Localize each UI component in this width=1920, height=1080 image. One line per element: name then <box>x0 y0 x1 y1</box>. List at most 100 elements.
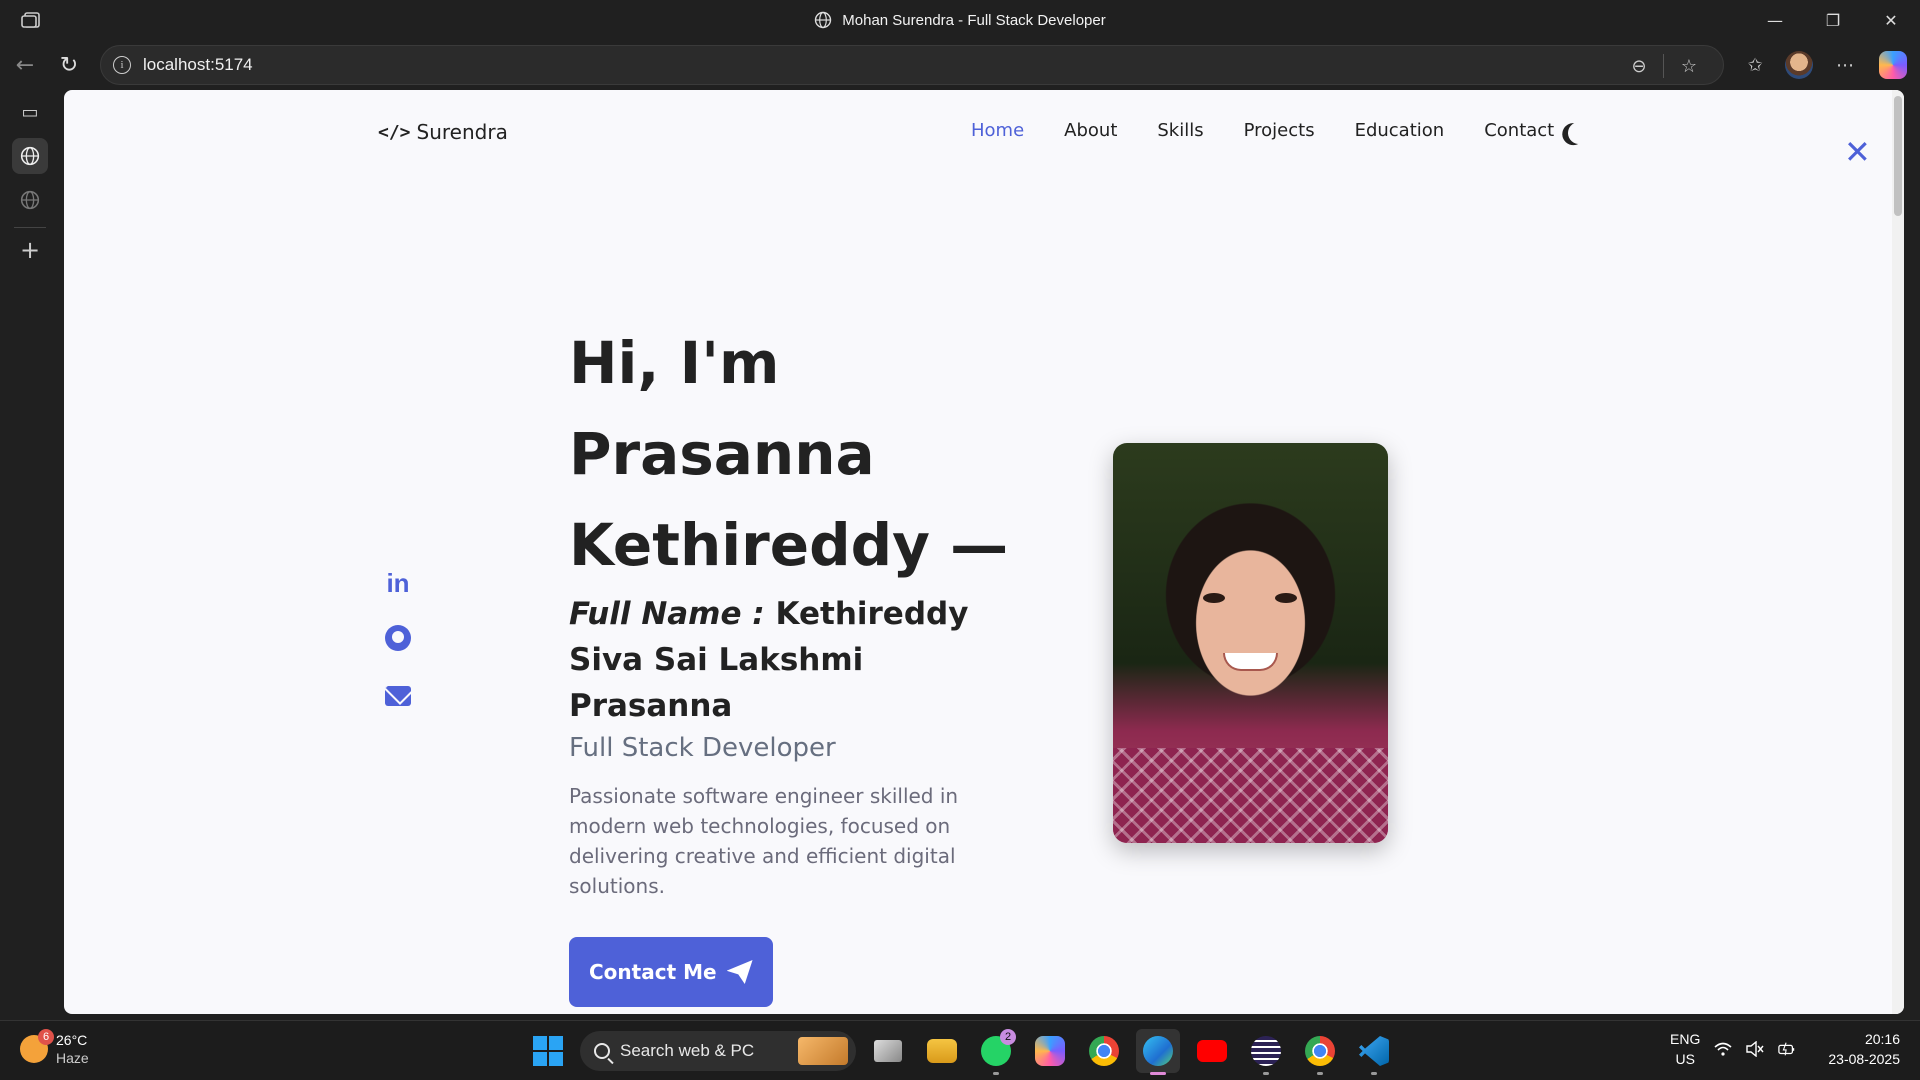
profile-avatar <box>1785 51 1813 79</box>
hero-section: Hi, I'm Prasanna Kethireddy — Full Name … <box>569 318 1029 1007</box>
whatsapp-button[interactable]: 2 <box>974 1029 1018 1075</box>
globe-icon <box>20 146 40 166</box>
weather-condition: Haze <box>56 1050 89 1066</box>
tab-panel-icon[interactable]: ▭ <box>12 94 48 130</box>
clock-time: 20:16 <box>1864 1031 1900 1047</box>
title-bar: Mohan Surendra - Full Stack Developer — … <box>0 0 1920 40</box>
system-tray: ENG US 20:16 23-08-2025 <box>1670 1029 1900 1069</box>
language-indicator[interactable]: ENG US <box>1670 1029 1700 1069</box>
site-info-icon[interactable]: i <box>113 56 131 74</box>
photo-detail <box>1275 593 1297 603</box>
battery-icon[interactable] <box>1778 1040 1796 1058</box>
more-menu-icon[interactable]: ⋯ <box>1830 50 1860 80</box>
nav-projects[interactable]: Projects <box>1244 120 1315 141</box>
photo-detail <box>1113 748 1388 843</box>
clock[interactable]: 20:16 23-08-2025 <box>1828 1029 1900 1069</box>
search-placeholder: Search web & PC <box>620 1041 755 1060</box>
weather-temp: 26°C <box>56 1032 88 1048</box>
refresh-button[interactable]: ↻ <box>54 50 84 80</box>
scrollbar[interactable] <box>1892 90 1904 1014</box>
github-icon <box>385 625 411 651</box>
search-icon <box>594 1043 610 1059</box>
address-bar[interactable]: i localhost:5174 ⊖ ☆ <box>100 45 1724 85</box>
windows-icon <box>533 1036 563 1066</box>
copilot-icon <box>1035 1036 1065 1066</box>
nav-home[interactable]: Home <box>971 120 1024 141</box>
window-title: Mohan Surendra - Full Stack Developer <box>0 0 1920 40</box>
close-window-button[interactable]: ✕ <box>1862 0 1920 40</box>
profile-button[interactable] <box>1784 50 1814 80</box>
photo-detail <box>1203 593 1225 603</box>
omnibox-divider <box>1663 54 1664 78</box>
contact-me-label: Contact Me <box>589 960 717 984</box>
youtube-button[interactable] <box>1190 1029 1234 1073</box>
chrome-icon <box>1305 1036 1335 1066</box>
vertical-tabs-sidebar: ▭ + <box>0 90 60 1020</box>
dark-mode-toggle-icon[interactable] <box>1565 119 1593 147</box>
logo-text: Surendra <box>416 120 508 144</box>
minimize-button[interactable]: — <box>1746 0 1804 40</box>
chrome-icon <box>1089 1036 1119 1066</box>
task-view-button[interactable] <box>866 1029 910 1073</box>
task-view-icon <box>874 1040 902 1062</box>
new-tab-button[interactable]: + <box>12 232 48 268</box>
nav-skills[interactable]: Skills <box>1157 120 1203 141</box>
favorite-star-icon[interactable]: ☆ <box>1677 54 1701 78</box>
wifi-icon[interactable] <box>1714 1040 1732 1058</box>
start-button[interactable] <box>526 1029 570 1073</box>
code-icon: </> <box>378 121 411 143</box>
refresh-icon: ↻ <box>59 52 79 78</box>
taskbar-search[interactable]: Search web & PC <box>580 1031 856 1071</box>
hero-greeting: Hi, I'm <box>569 329 780 397</box>
back-button[interactable]: ← <box>10 50 40 80</box>
taskbar-apps: Search web & PC 2 <box>526 1029 1396 1075</box>
copilot-app-button[interactable] <box>1028 1029 1072 1073</box>
chrome-profile-button[interactable] <box>1298 1029 1342 1075</box>
hero-first-name: Prasanna <box>569 420 875 488</box>
back-arrow-icon: ← <box>15 52 35 78</box>
site-nav: Home About Skills Projects Education Con… <box>971 120 1554 141</box>
taskbar: 6 26°C Haze Search web & PC 2 ENG US 20:… <box>0 1020 1920 1080</box>
nav-education[interactable]: Education <box>1355 120 1445 141</box>
browser-toolbar: ← ↻ i localhost:5174 ⊖ ☆ ✩ ⋯ <box>0 40 1920 90</box>
restore-button[interactable]: ❐ <box>1804 0 1862 40</box>
tab-inactive[interactable] <box>12 182 48 218</box>
site-logo[interactable]: </> Surendra <box>378 120 508 144</box>
full-name-label: Full Name : <box>569 596 765 632</box>
web-page: </> Surendra Home About Skills Projects … <box>64 90 1904 1014</box>
github-link[interactable] <box>382 622 414 654</box>
edge-button[interactable] <box>1136 1029 1180 1075</box>
window-title-text: Mohan Surendra - Full Stack Developer <box>842 11 1106 29</box>
eclipse-button[interactable] <box>1244 1029 1288 1075</box>
job-role: Full Stack Developer <box>569 733 836 763</box>
folder-icon <box>927 1039 957 1063</box>
email-link[interactable] <box>382 680 414 712</box>
favorites-icon[interactable]: ✩ <box>1740 50 1770 80</box>
full-name: Full Name : Kethireddy Siva Sai Lakshmi … <box>569 591 1029 729</box>
region-code: US <box>1675 1051 1695 1067</box>
whatsapp-badge: 2 <box>1000 1029 1016 1045</box>
sidebar-divider <box>14 227 46 228</box>
copilot-button[interactable] <box>1878 50 1908 80</box>
nav-about[interactable]: About <box>1064 120 1117 141</box>
weather-widget[interactable]: 6 26°C Haze <box>20 1029 89 1067</box>
nav-contact[interactable]: Contact <box>1484 120 1554 141</box>
file-explorer-button[interactable] <box>920 1029 964 1073</box>
close-menu-icon[interactable]: ✕ <box>1844 136 1871 168</box>
reading-mode-icon[interactable]: ⊖ <box>1627 54 1651 78</box>
plus-icon: + <box>19 236 41 264</box>
vscode-button[interactable] <box>1352 1029 1396 1075</box>
url-text[interactable]: localhost:5174 <box>143 46 253 84</box>
tab-active[interactable] <box>12 138 48 174</box>
hero-last-name: Kethireddy — <box>569 511 1009 579</box>
eclipse-icon <box>1251 1036 1281 1066</box>
contact-me-button[interactable]: Contact Me <box>569 937 773 1007</box>
envelope-icon <box>385 686 411 706</box>
profile-photo <box>1113 443 1388 843</box>
scrollbar-thumb[interactable] <box>1894 96 1902 216</box>
speaker-muted-icon[interactable] <box>1746 1040 1764 1058</box>
weather-badge: 6 <box>38 1029 54 1045</box>
photo-detail <box>1223 653 1278 671</box>
chrome-button[interactable] <box>1082 1029 1126 1073</box>
linkedin-icon[interactable]: in <box>382 567 414 599</box>
